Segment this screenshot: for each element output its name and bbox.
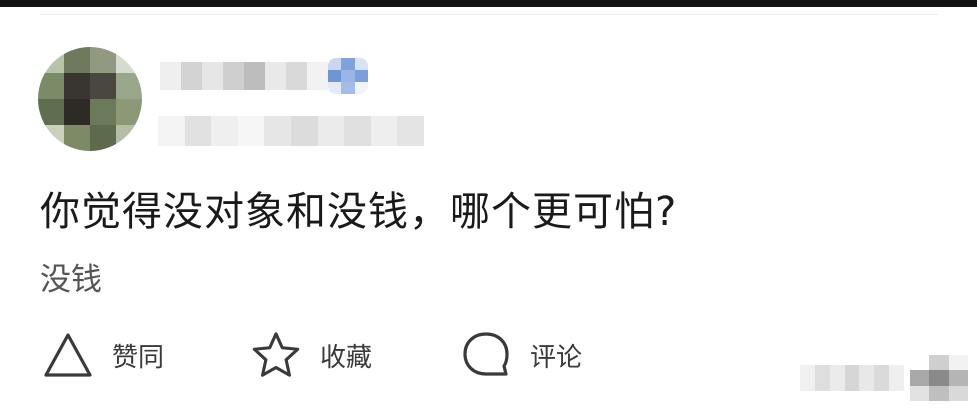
answer-text[interactable]: 没钱 [40, 258, 102, 302]
triangle-upvote-icon [42, 330, 94, 380]
speech-bubble-icon [460, 330, 512, 380]
post-meta-obscured [158, 116, 424, 146]
post-card: 你觉得没对象和没钱，哪个更可怕? 没钱 赞同 收藏 评论 [0, 0, 977, 414]
verified-badge-icon [328, 58, 368, 94]
top-divider [40, 14, 938, 15]
like-button[interactable]: 赞同 [42, 330, 164, 380]
top-bar [0, 0, 977, 7]
star-outline-icon [250, 330, 302, 380]
favorite-label: 收藏 [320, 342, 373, 373]
comment-button[interactable]: 评论 [460, 330, 582, 380]
watermark-text-obscured [800, 365, 905, 391]
favorite-button[interactable]: 收藏 [250, 330, 372, 380]
avatar[interactable] [38, 47, 142, 151]
like-label: 赞同 [112, 342, 165, 373]
author-name-obscured[interactable] [160, 62, 328, 90]
comment-label: 评论 [530, 342, 583, 373]
watermark-obscured [800, 352, 968, 404]
question-title[interactable]: 你觉得没对象和没钱，哪个更可怕? [40, 185, 677, 239]
watermark-logo-icon [910, 355, 968, 401]
